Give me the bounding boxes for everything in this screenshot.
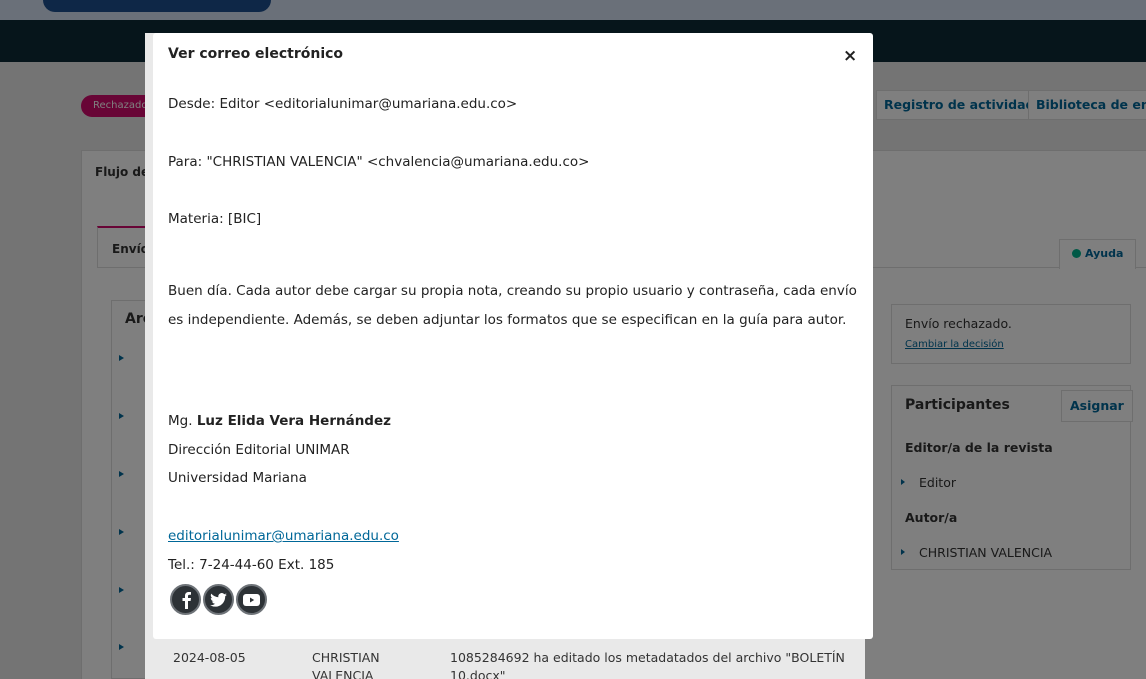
email-subject: Materia: [BIC] xyxy=(168,211,262,227)
log-user: CHRISTIAN VALENCIA xyxy=(312,650,380,679)
social-icons xyxy=(170,584,267,615)
signature-prefix: Mg. xyxy=(168,413,193,429)
log-date: 2024-08-05 xyxy=(173,650,246,665)
youtube-icon[interactable] xyxy=(236,584,267,615)
signature-name: Luz Elida Vera Hernández xyxy=(196,413,391,429)
twitter-icon[interactable] xyxy=(203,584,234,615)
signature-email-line: editorialunimar@umariana.edu.co xyxy=(168,528,399,544)
view-email-modal: Ver correo electrónico × Desde: Editor <… xyxy=(153,33,873,639)
signature-email-link[interactable]: editorialunimar@umariana.edu.co xyxy=(168,528,399,544)
facebook-icon[interactable] xyxy=(170,584,201,615)
signature-phone: Tel.: 7-24-44-60 Ext. 185 xyxy=(168,557,335,573)
signature-name-line: Mg. Luz Elida Vera Hernández xyxy=(168,413,391,429)
signature-role: Dirección Editorial UNIMAR xyxy=(168,442,350,458)
log-event: 1085284692 ha editado los metadatados de… xyxy=(450,650,845,679)
email-body-line: Buen día. Cada autor debe cargar su prop… xyxy=(168,283,857,299)
email-from: Desde: Editor <editorialunimar@umariana.… xyxy=(168,96,518,112)
modal-title: Ver correo electrónico xyxy=(168,46,344,62)
signature-university: Universidad Mariana xyxy=(168,470,307,486)
close-icon[interactable]: × xyxy=(843,46,857,66)
email-to: Para: "CHRISTIAN VALENCIA" <chvalencia@u… xyxy=(168,154,590,170)
email-body-line: es independiente. Además, se deben adjun… xyxy=(168,312,847,328)
